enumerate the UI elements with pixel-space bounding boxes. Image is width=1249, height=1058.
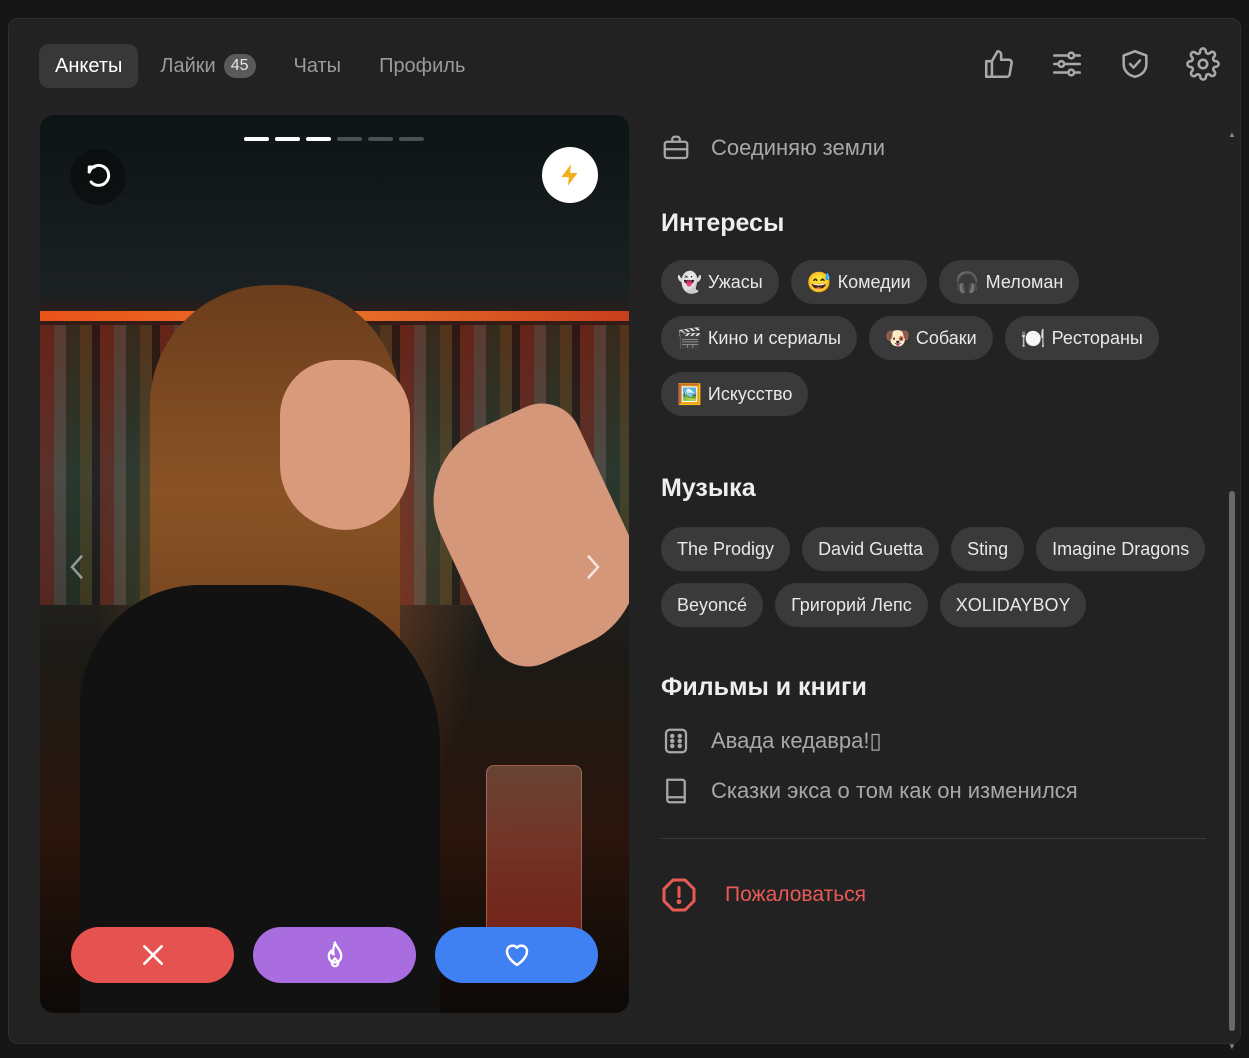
book-icon xyxy=(666,778,686,804)
scrollbar[interactable]: ▲ ▼ xyxy=(1228,131,1236,1051)
tab-profiles[interactable]: Анкеты xyxy=(39,44,139,88)
tab-profile[interactable]: Профиль xyxy=(363,44,481,88)
previous-photo-button[interactable] xyxy=(62,547,92,587)
interest-emoji-icon: 👻 xyxy=(677,271,702,294)
music-chip[interactable]: Sting xyxy=(951,527,1025,571)
lightning-icon xyxy=(561,164,578,186)
undo-button[interactable] xyxy=(70,149,126,205)
close-icon xyxy=(142,945,163,965)
flame-icon xyxy=(327,941,342,968)
interest-label: Кино и сериалы xyxy=(707,327,841,348)
app-window: Анкеты Лайки 45 Чаты Профиль Соединяю зе… xyxy=(8,18,1241,1051)
scroll-up-arrow[interactable]: ▲ xyxy=(1228,131,1236,139)
briefcase-icon xyxy=(663,135,689,160)
interest-label: Комедии xyxy=(837,271,911,292)
photo-progress-dot xyxy=(306,137,331,141)
photo-progress-dot xyxy=(275,137,300,141)
photo-progress-indicator xyxy=(244,137,424,141)
music-chip[interactable]: Beyoncé xyxy=(661,583,764,627)
interest-chip[interactable]: 🎬 Кино и сериалы xyxy=(661,316,857,360)
profile-photo-card[interactable] xyxy=(40,115,629,1013)
book-row: Сказки экса о том как он изменился xyxy=(661,776,1211,806)
tab-profile-label: Профиль xyxy=(379,54,466,77)
tab-profiles-label: Анкеты xyxy=(55,54,123,77)
chevron-right-icon xyxy=(587,554,600,580)
music-list: The Prodigy David Guetta Sting Imagine Drag… xyxy=(661,527,1206,627)
undo-icon xyxy=(87,163,111,187)
music-title: Музыка xyxy=(661,474,756,502)
photo-progress-dot xyxy=(368,137,393,141)
gear-icon[interactable] xyxy=(1184,45,1222,83)
interest-chip[interactable]: 🎧 Меломан xyxy=(938,260,1080,304)
scrollbar-thumb[interactable] xyxy=(1229,491,1235,1031)
music-chip[interactable]: Imagine Dragons xyxy=(1036,527,1206,571)
interest-emoji-icon: 🖼️ xyxy=(677,383,702,406)
top-nav: Анкеты Лайки 45 Чаты Профиль xyxy=(39,44,481,88)
interest-label: Ужасы xyxy=(707,271,763,292)
interest-label: Искусство xyxy=(707,383,793,404)
tab-likes[interactable]: Лайки 45 xyxy=(144,44,271,88)
music-chip[interactable]: Григорий Лепс xyxy=(775,583,928,627)
film-row: Авада кедавра!▯ xyxy=(661,726,1211,756)
music-chip[interactable]: David Guetta xyxy=(802,527,940,571)
shield-check-icon[interactable] xyxy=(1116,45,1154,83)
photo-person-face xyxy=(280,360,410,530)
interest-emoji-icon: 🐶 xyxy=(884,327,910,350)
interest-label: Собаки xyxy=(915,327,977,348)
interest-chip[interactable]: 🍽️ Рестораны xyxy=(1004,316,1159,360)
interest-chip[interactable]: 🖼️ Искусство xyxy=(661,372,809,416)
job-text: Соединяю земли xyxy=(711,135,886,160)
profile-info-panel: Соединяю земли Интересы 👻 Ужасы 😅 Комедии 🎧 М… xyxy=(661,115,1211,913)
interest-label: Рестораны xyxy=(1051,327,1143,348)
book-text: Сказки экса о том как он изменился xyxy=(711,778,1078,803)
film-text: Авада кедавра!▯ xyxy=(711,728,882,753)
interest-emoji-icon: 🍽️ xyxy=(1020,327,1046,350)
dislike-button[interactable] xyxy=(71,927,234,983)
photo-progress-dot xyxy=(399,137,424,141)
interest-chip[interactable]: 👻 Ужасы xyxy=(661,260,779,304)
likes-count-badge: 45 xyxy=(223,54,256,78)
tab-chats-label: Чаты xyxy=(293,54,342,77)
alert-icon xyxy=(662,878,696,912)
photo-progress-dot xyxy=(244,137,269,141)
chevron-left-icon xyxy=(70,554,83,580)
scroll-down-arrow[interactable]: ▼ xyxy=(1228,1043,1236,1051)
sliders-icon[interactable] xyxy=(1048,45,1086,83)
toolbar-icons xyxy=(980,45,1222,83)
boost-button[interactable] xyxy=(542,147,598,203)
interest-emoji-icon: 🎬 xyxy=(677,327,702,350)
interests-list: 👻 Ужасы 😅 Комедии 🎧 Меломан 🎬 Кино и сериалы 🐶 Со… xyxy=(661,260,1206,416)
interest-emoji-icon: 🎧 xyxy=(954,271,980,294)
report-button[interactable]: Пожаловаться xyxy=(661,877,1211,913)
next-photo-button[interactable] xyxy=(578,547,608,587)
thumbs-up-icon[interactable] xyxy=(980,45,1018,83)
dice-icon xyxy=(664,728,688,754)
interest-chip[interactable]: 🐶 Собаки xyxy=(868,316,993,360)
films-books-title: Фильмы и книги xyxy=(661,673,867,701)
music-chip[interactable]: The Prodigy xyxy=(661,527,791,571)
like-button[interactable] xyxy=(435,927,598,983)
music-chip[interactable]: XOLIDAYBOY xyxy=(939,583,1087,627)
interests-title: Интересы xyxy=(661,209,785,237)
heart-icon xyxy=(505,944,528,967)
photo-progress-dot xyxy=(337,137,362,141)
report-label: Пожаловаться xyxy=(725,883,867,906)
tab-chats[interactable]: Чаты xyxy=(278,44,358,88)
interest-emoji-icon: 😅 xyxy=(806,271,832,294)
super-like-button[interactable] xyxy=(253,927,416,983)
tab-likes-label: Лайки xyxy=(160,54,216,77)
divider xyxy=(661,838,1206,839)
job-row: Соединяю земли xyxy=(661,133,1211,163)
interest-chip[interactable]: 😅 Комедии xyxy=(790,260,927,304)
interest-label: Меломан xyxy=(985,271,1064,292)
